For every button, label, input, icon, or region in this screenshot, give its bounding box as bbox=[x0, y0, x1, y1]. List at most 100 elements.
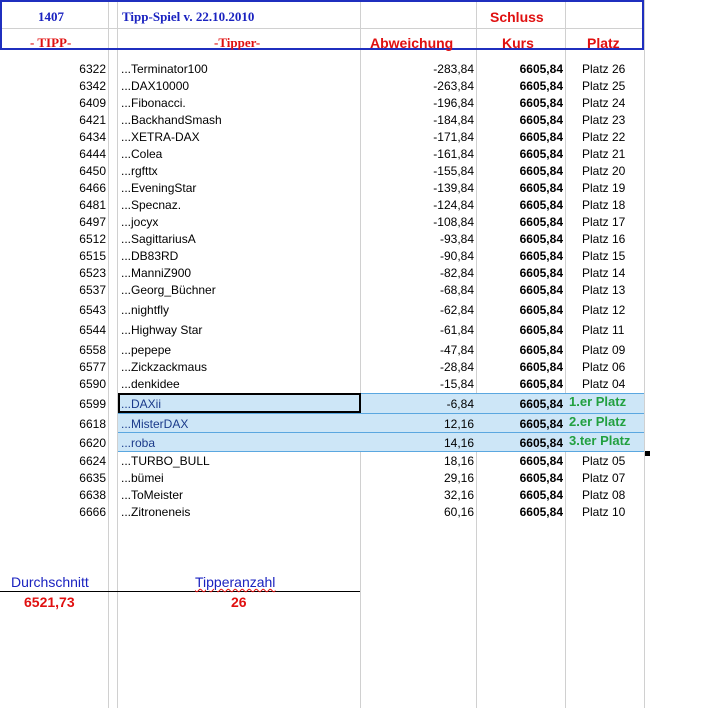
tipp-cell[interactable]: 6322 bbox=[0, 61, 106, 77]
tipp-cell[interactable]: 6558 bbox=[0, 342, 106, 358]
col-header-platz[interactable]: Platz bbox=[587, 35, 620, 51]
tipp-cell[interactable]: 6666 bbox=[0, 504, 106, 520]
tipper-name-cell[interactable]: ...Zitroneneis bbox=[121, 504, 190, 520]
platz-cell[interactable]: Platz 17 bbox=[582, 214, 625, 230]
tipper-name-cell[interactable]: ...ManniZ900 bbox=[121, 265, 191, 281]
tipper-name-cell[interactable]: ...BackhandSmash bbox=[121, 112, 222, 128]
kurs-cell[interactable]: 6605,84 bbox=[478, 231, 563, 247]
kurs-cell[interactable]: 6605,84 bbox=[478, 435, 563, 451]
tipp-cell[interactable]: 6537 bbox=[0, 282, 106, 298]
tipp-cell[interactable]: 6444 bbox=[0, 146, 106, 162]
tipper-name-cell[interactable]: ...Highway Star bbox=[121, 322, 202, 338]
header-title[interactable]: Tipp-Spiel v. 22.10.2010 bbox=[122, 9, 254, 25]
abweichung-cell[interactable]: -263,84 bbox=[362, 78, 474, 94]
tipp-cell[interactable]: 6409 bbox=[0, 95, 106, 111]
col-header-abweichung[interactable]: Abweichung bbox=[370, 35, 453, 51]
kurs-cell[interactable]: 6605,84 bbox=[478, 197, 563, 213]
kurs-cell[interactable]: 6605,84 bbox=[478, 453, 563, 469]
kurs-cell[interactable]: 6605,84 bbox=[478, 504, 563, 520]
abweichung-cell[interactable]: 32,16 bbox=[362, 487, 474, 503]
abweichung-cell[interactable]: -47,84 bbox=[362, 342, 474, 358]
abweichung-cell[interactable]: -61,84 bbox=[362, 322, 474, 338]
abweichung-cell[interactable]: -108,84 bbox=[362, 214, 474, 230]
tipper-name-cell[interactable]: ...DB83RD bbox=[121, 248, 178, 264]
tipper-name-cell[interactable]: ...denkidee bbox=[121, 376, 180, 392]
tipper-name-cell[interactable]: ...Georg_Büchner bbox=[121, 282, 216, 298]
kurs-cell[interactable]: 6605,84 bbox=[478, 214, 563, 230]
header-schluss[interactable]: Schluss bbox=[490, 9, 544, 25]
platz-cell[interactable]: Platz 04 bbox=[582, 376, 625, 392]
kurs-cell[interactable]: 6605,84 bbox=[478, 61, 563, 77]
tipper-name-cell[interactable]: ...Fibonacci. bbox=[121, 95, 186, 111]
header-id[interactable]: 1407 bbox=[38, 9, 64, 25]
kurs-cell[interactable]: 6605,84 bbox=[478, 359, 563, 375]
abweichung-cell[interactable]: -90,84 bbox=[362, 248, 474, 264]
platz-cell[interactable]: Platz 05 bbox=[582, 453, 625, 469]
tipp-cell[interactable]: 6466 bbox=[0, 180, 106, 196]
tipp-cell[interactable]: 6624 bbox=[0, 453, 106, 469]
tipp-cell[interactable]: 6620 bbox=[0, 435, 106, 451]
kurs-cell[interactable]: 6605,84 bbox=[478, 396, 563, 412]
tipper-name-cell[interactable]: ...MisterDAX bbox=[121, 416, 188, 432]
tipp-cell[interactable]: 6421 bbox=[0, 112, 106, 128]
tipper-name-cell[interactable]: ...Specnaz. bbox=[121, 197, 181, 213]
platz-cell[interactable]: Platz 23 bbox=[582, 112, 625, 128]
tipp-cell[interactable]: 6544 bbox=[0, 322, 106, 338]
tipper-name-cell[interactable]: ...Terminator100 bbox=[121, 61, 208, 77]
tipp-cell[interactable]: 6590 bbox=[0, 376, 106, 392]
tipperanzahl-label[interactable]: Tipperanzahl bbox=[195, 574, 275, 590]
abweichung-cell[interactable]: 60,16 bbox=[362, 504, 474, 520]
tipp-cell[interactable]: 6342 bbox=[0, 78, 106, 94]
tipper-name-cell[interactable]: ...ToMeister bbox=[121, 487, 183, 503]
abweichung-cell[interactable]: -62,84 bbox=[362, 302, 474, 318]
platz-cell[interactable]: Platz 07 bbox=[582, 470, 625, 486]
platz-cell[interactable]: Platz 09 bbox=[582, 342, 625, 358]
tipper-name-cell[interactable]: ...XETRA-DAX bbox=[121, 129, 200, 145]
platz-cell[interactable]: Platz 06 bbox=[582, 359, 625, 375]
platz-cell[interactable]: Platz 24 bbox=[582, 95, 625, 111]
kurs-cell[interactable]: 6605,84 bbox=[478, 265, 563, 281]
durchschnitt-value[interactable]: 6521,73 bbox=[24, 594, 75, 610]
kurs-cell[interactable]: 6605,84 bbox=[478, 163, 563, 179]
platz-cell[interactable]: Platz 13 bbox=[582, 282, 625, 298]
tipper-name-cell[interactable]: ...pepepe bbox=[121, 342, 171, 358]
platz-cell[interactable]: Platz 11 bbox=[582, 322, 624, 338]
kurs-cell[interactable]: 6605,84 bbox=[478, 487, 563, 503]
platz-cell[interactable]: Platz 14 bbox=[582, 265, 625, 281]
kurs-cell[interactable]: 6605,84 bbox=[478, 112, 563, 128]
col-header-tipper[interactable]: -Tipper- bbox=[214, 35, 260, 51]
tipper-name-cell[interactable]: ...Zickzackmaus bbox=[121, 359, 207, 375]
tipper-name-cell[interactable]: ...EveningStar bbox=[121, 180, 196, 196]
kurs-cell[interactable]: 6605,84 bbox=[478, 180, 563, 196]
abweichung-cell[interactable]: 29,16 bbox=[362, 470, 474, 486]
tipp-cell[interactable]: 6599 bbox=[0, 396, 106, 412]
tipp-cell[interactable]: 6618 bbox=[0, 416, 106, 432]
abweichung-cell[interactable]: 14,16 bbox=[362, 435, 474, 451]
tipp-cell[interactable]: 6543 bbox=[0, 302, 106, 318]
abweichung-cell[interactable]: 12,16 bbox=[362, 416, 474, 432]
tipper-name-cell[interactable]: ...jocyx bbox=[121, 214, 158, 230]
kurs-cell[interactable]: 6605,84 bbox=[478, 302, 563, 318]
tipp-cell[interactable]: 6497 bbox=[0, 214, 106, 230]
abweichung-cell[interactable]: -6,84 bbox=[362, 396, 474, 412]
tipper-name-cell[interactable]: ...TURBO_BULL bbox=[121, 453, 210, 469]
tipp-cell[interactable]: 6577 bbox=[0, 359, 106, 375]
abweichung-cell[interactable]: -124,84 bbox=[362, 197, 474, 213]
kurs-cell[interactable]: 6605,84 bbox=[478, 342, 563, 358]
abweichung-cell[interactable]: 18,16 bbox=[362, 453, 474, 469]
abweichung-cell[interactable]: -161,84 bbox=[362, 146, 474, 162]
kurs-cell[interactable]: 6605,84 bbox=[478, 282, 563, 298]
abweichung-cell[interactable]: -283,84 bbox=[362, 61, 474, 77]
platz-cell[interactable]: Platz 26 bbox=[582, 61, 625, 77]
kurs-cell[interactable]: 6605,84 bbox=[478, 129, 563, 145]
platz-cell[interactable]: 3.ter Platz bbox=[569, 433, 630, 449]
platz-cell[interactable]: Platz 18 bbox=[582, 197, 625, 213]
tipper-name-cell[interactable]: ...Colea bbox=[121, 146, 162, 162]
tipp-cell[interactable]: 6515 bbox=[0, 248, 106, 264]
tipper-name-cell[interactable]: ...rgfttx bbox=[121, 163, 158, 179]
platz-cell[interactable]: Platz 08 bbox=[582, 487, 625, 503]
tipp-cell[interactable]: 6512 bbox=[0, 231, 106, 247]
platz-cell[interactable]: Platz 21 bbox=[582, 146, 625, 162]
tipper-name-cell[interactable]: ...SagittariusA bbox=[121, 231, 196, 247]
tipper-name-cell[interactable]: ...nightfly bbox=[121, 302, 169, 318]
